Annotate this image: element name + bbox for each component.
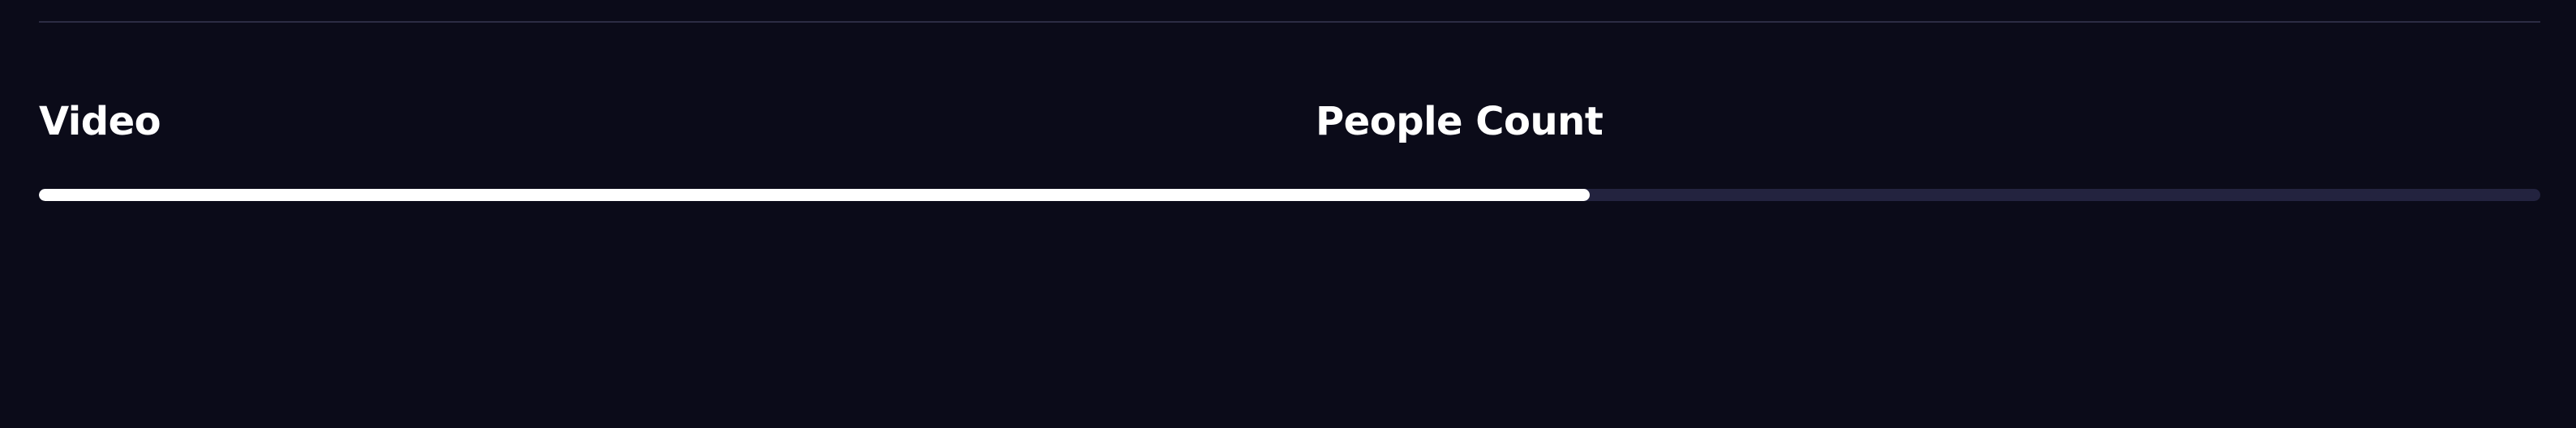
people-count-heading: People Count: [1316, 99, 1604, 144]
top-divider: [39, 21, 2540, 23]
progress-track[interactable]: [39, 189, 2540, 201]
video-heading: Video: [39, 99, 161, 144]
progress-fill: [39, 189, 1591, 201]
